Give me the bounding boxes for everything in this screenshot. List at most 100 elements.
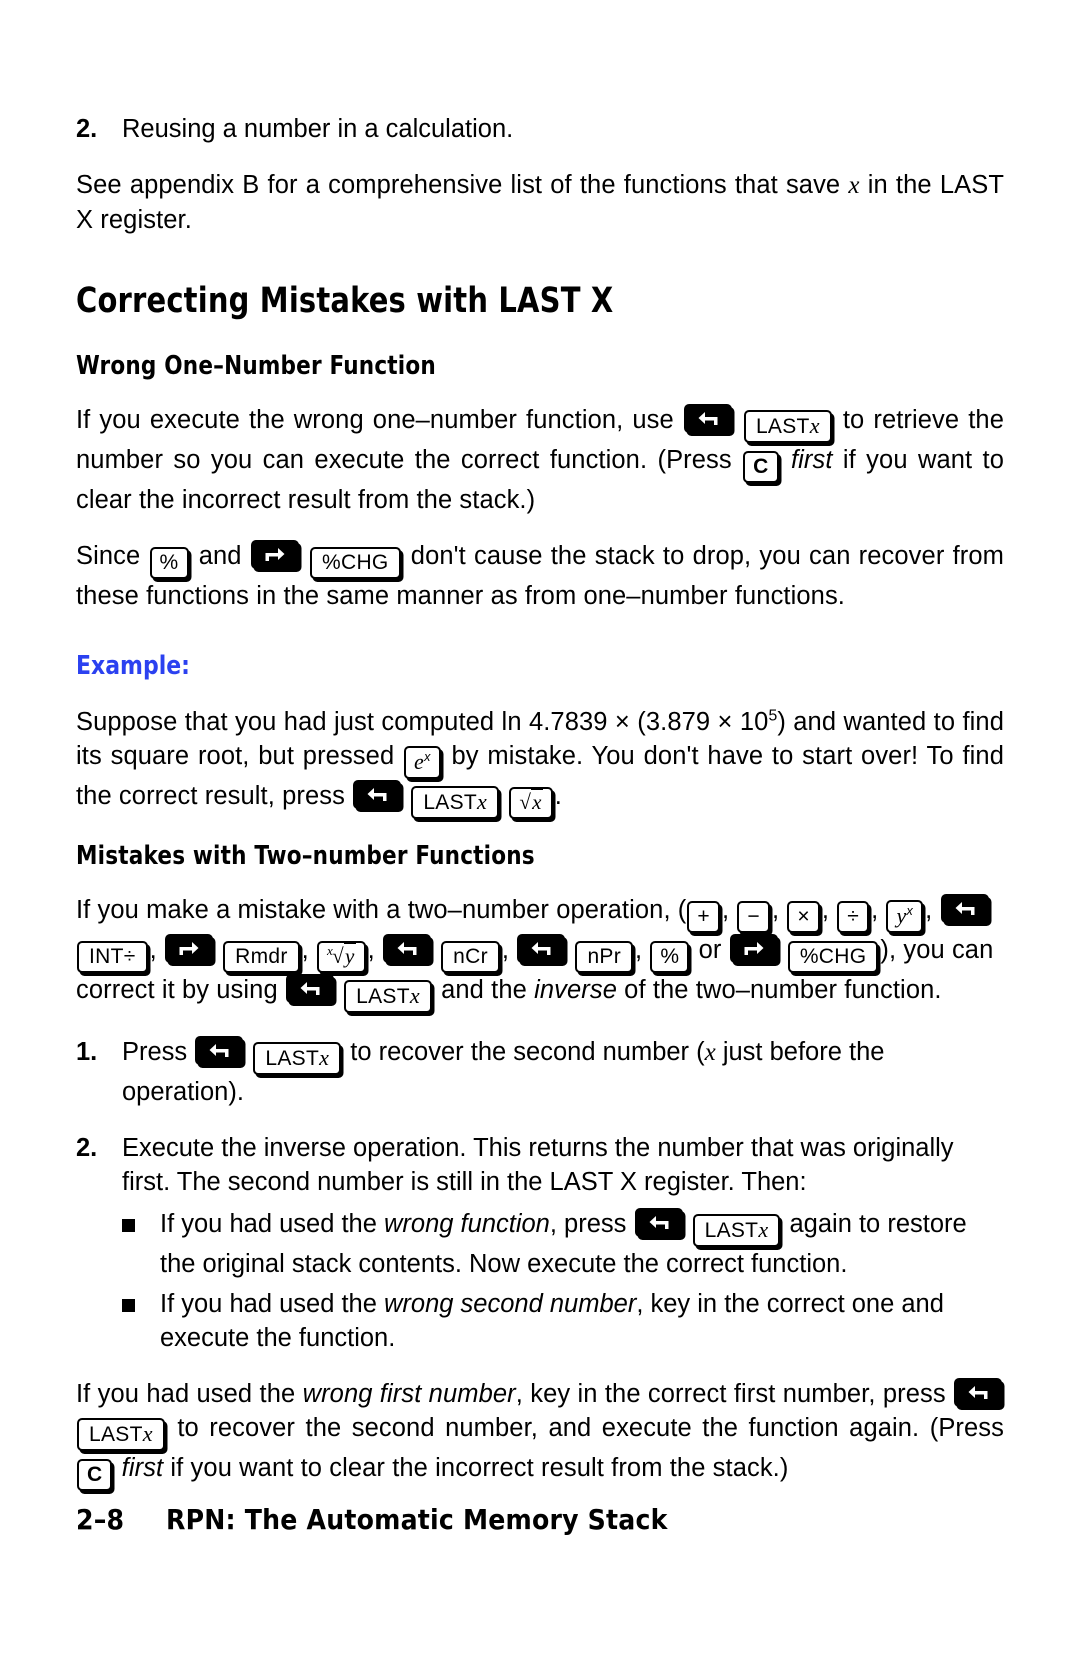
shift-left-key: [195, 1036, 244, 1065]
last-x-key-var: x: [809, 413, 820, 438]
two-number-paragraph: If you make a mistake with a two–number …: [76, 893, 1004, 1013]
last-x-key-var: x: [477, 789, 488, 814]
square-bullet-icon: [122, 1207, 160, 1281]
last-x-key: LASTx: [253, 1042, 342, 1075]
section-heading: Correcting Mistakes with LAST X: [76, 281, 614, 321]
last-x-key: LASTx: [77, 1418, 165, 1451]
closing-d: if you want to clear the incorrect resul…: [170, 1454, 789, 1482]
y-to-the-x-key: yx: [886, 900, 924, 933]
bullet1-b: , press: [549, 1210, 627, 1238]
last-x-key-label: LAST: [89, 1423, 143, 1446]
page-footer: 2–8 RPN: The Automatic Memory Stack: [76, 1503, 668, 1536]
shift-right-key: [250, 540, 299, 569]
closing-italic-wrong-first-number: wrong first number: [302, 1380, 516, 1408]
shift-left-key: [285, 974, 334, 1003]
para2-text-a: Since: [76, 542, 141, 570]
para2-text-b: and: [198, 542, 242, 570]
example-text-a: Suppose that you had just computed ln 4.…: [76, 708, 769, 736]
two-num-text-e: of the two–number function.: [624, 976, 942, 1004]
subsection-heading-two-number: Mistakes with Two–number Functions: [76, 841, 535, 871]
square-root-var: x: [531, 788, 543, 814]
last-x-key-label: LAST: [704, 1219, 759, 1242]
step-1: 1. Press LASTx to recover the second num…: [76, 1035, 1004, 1109]
closing-a: If you had used the: [76, 1380, 296, 1408]
plus-key: +: [687, 901, 720, 933]
two-num-text-a: If you make a mistake with a two–number …: [76, 896, 687, 924]
shift-left-key: [634, 1208, 683, 1237]
list-item-number: 2.: [76, 115, 98, 143]
bullet2-italic: wrong second number: [384, 1290, 637, 1318]
shift-left-key: [382, 934, 431, 963]
x-root-y-index: x: [327, 943, 334, 958]
last-x-key-var: x: [142, 1421, 153, 1446]
bullet2-a: If you had used the: [160, 1290, 377, 1318]
percent-change-key: %CHG: [787, 941, 879, 973]
last-x-key-var: x: [758, 1217, 769, 1242]
footer-page-number: 2–8: [76, 1503, 125, 1536]
last-x-key-label: LAST: [423, 791, 478, 814]
example-heading: Example:: [76, 651, 190, 681]
x-variable: x: [848, 172, 860, 199]
last-x-key: LASTx: [743, 410, 832, 443]
remainder-key: Rmdr: [223, 941, 300, 973]
wrong-one-number-paragraph-1: If you execute the wrong one–number func…: [76, 403, 1004, 517]
para-italic-first: first: [790, 446, 833, 474]
step-2-number: 2.: [76, 1134, 98, 1162]
last-x-key: LASTx: [344, 980, 432, 1013]
e-to-the-x-exponent: x: [424, 750, 431, 764]
integer-divide-key: INT÷: [77, 941, 148, 973]
divide-key: ÷: [837, 901, 870, 933]
bullet-wrong-second-number-text: If you had used the wrong second number,…: [160, 1287, 1004, 1355]
ncr-key: nCr: [441, 941, 500, 973]
square-bullet-icon: [122, 1287, 160, 1355]
shift-right-key: [729, 934, 778, 963]
two-num-or: or: [698, 936, 722, 964]
x-root-y-radicand: y: [343, 942, 356, 968]
step-1-text: Press LASTx to recover the second number…: [122, 1035, 1004, 1109]
example-paragraph: Suppose that you had just computed ln 4.…: [76, 705, 1004, 819]
wrong-one-number-paragraph-2: Since % and %CHG don't cause the stack t…: [76, 539, 1004, 613]
e-to-the-x-base: e: [414, 749, 425, 774]
appendix-text-part1: See appendix B for a comprehensive list …: [76, 171, 849, 199]
step-2-text: Execute the inverse operation. This retu…: [122, 1134, 954, 1196]
list-item-reusing-number: 2. Reusing a number in a calculation.: [76, 112, 1004, 146]
shift-left-key: [517, 934, 566, 963]
step-1-number: 1.: [76, 1038, 98, 1066]
percent-key: %: [650, 941, 690, 973]
percent-change-key: %CHG: [310, 547, 401, 579]
step-1-text-a: Press: [122, 1038, 188, 1066]
x-root-y-glyph: x√y: [327, 942, 356, 968]
clear-key: C: [77, 1459, 113, 1491]
step-1-text-b: to recover the second number (: [350, 1038, 705, 1066]
e-to-the-x-key: ex: [404, 746, 441, 779]
shift-left-key: [940, 894, 989, 923]
bullet-wrong-function: If you had used the wrong function, pres…: [76, 1207, 1004, 1281]
shift-right-key: [164, 934, 213, 963]
y-to-the-x-base: y: [896, 903, 907, 928]
multiply-key: ×: [787, 901, 820, 933]
closing-italic-first: first: [121, 1454, 164, 1482]
document-page: 2. Reusing a number in a calculation. Se…: [0, 0, 1080, 1672]
closing-b: , key in the correct first number, press: [515, 1380, 946, 1408]
minus-key: −: [737, 901, 770, 933]
list-item-text: Reusing a number in a calculation.: [122, 115, 514, 143]
two-num-text-d: and the: [441, 976, 527, 1004]
step-2: 2. Execute the inverse operation. This r…: [76, 1131, 1004, 1199]
two-num-text-b: ),: [880, 936, 897, 964]
closing-paragraph: If you had used the wrong first number, …: [76, 1377, 1004, 1491]
example-text-d: .: [554, 782, 562, 810]
last-x-key-label: LAST: [755, 415, 810, 438]
example-exponent: 5: [768, 707, 778, 725]
shift-left-key: [353, 780, 402, 809]
shift-left-key: [953, 1378, 1002, 1407]
bullet1-italic: wrong function: [384, 1210, 550, 1238]
bullet1-a: If you had used the: [160, 1210, 377, 1238]
last-x-key-var: x: [319, 1045, 330, 1070]
percent-key: %: [149, 547, 189, 579]
npr-key: nPr: [575, 941, 634, 973]
appendix-reference-paragraph: See appendix B for a comprehensive list …: [76, 168, 1004, 237]
para-text-a: If you execute the wrong one–number func…: [76, 406, 674, 434]
clear-key: C: [743, 451, 779, 483]
square-root-glyph: √x: [519, 788, 543, 814]
x-variable: x: [704, 1039, 716, 1066]
